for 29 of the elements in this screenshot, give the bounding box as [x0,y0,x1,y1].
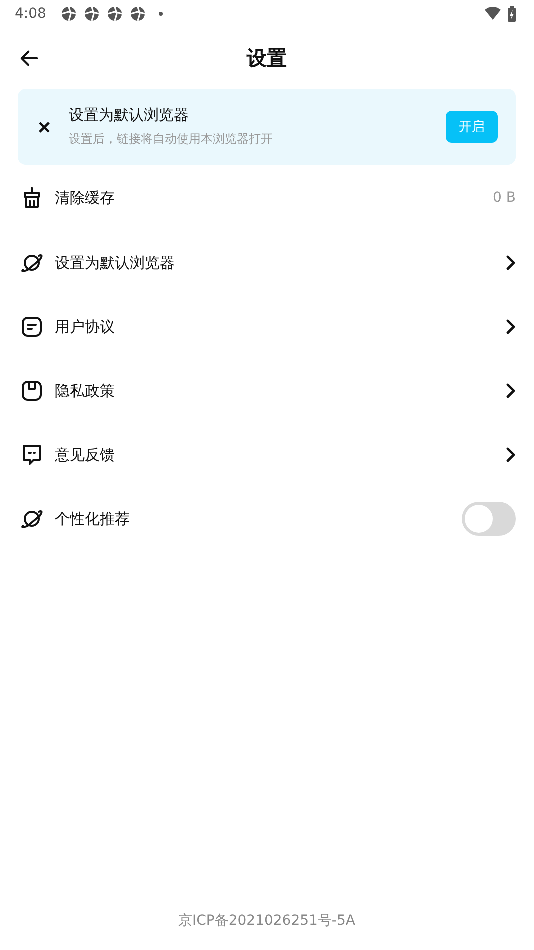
close-icon[interactable] [39,122,50,132]
chevron-icon[interactable] [506,383,516,399]
row-icon [20,443,44,467]
status-time: 4:08 [15,6,46,22]
row-label[interactable]: 意见反馈 [55,446,115,464]
chevron-icon[interactable] [506,255,516,271]
page-title: 设置 [247,44,287,72]
back-icon[interactable] [20,48,39,68]
cache-size: 0 B [493,190,516,206]
notification-icon [84,6,100,22]
row-label[interactable]: 个性化推荐 [55,510,130,528]
banner-subtitle: 设置后，链接将自动使用本浏览器打开 [69,131,274,148]
chevron-icon[interactable] [506,447,516,463]
notification-icon [130,6,146,22]
battery-icon [508,6,516,22]
dot-icon [159,12,164,16]
toggle-switch[interactable] [462,502,516,536]
row-label[interactable]: 设置为默认浏览器 [55,254,175,272]
notification-icon [61,6,78,22]
row-label[interactable]: 清除缓存 [55,188,115,208]
row-icon [20,379,44,403]
row-label[interactable]: 用户协议 [55,318,115,336]
row-label[interactable]: 隐私政策 [55,382,115,400]
notification-icon [107,6,124,22]
banner-title: 设置为默认浏览器 [69,106,190,125]
icp-license: 京ICP备2021026251号-5A [178,912,356,930]
chevron-icon[interactable] [506,319,516,335]
row-icon [20,315,44,339]
wifi-icon [485,7,501,21]
